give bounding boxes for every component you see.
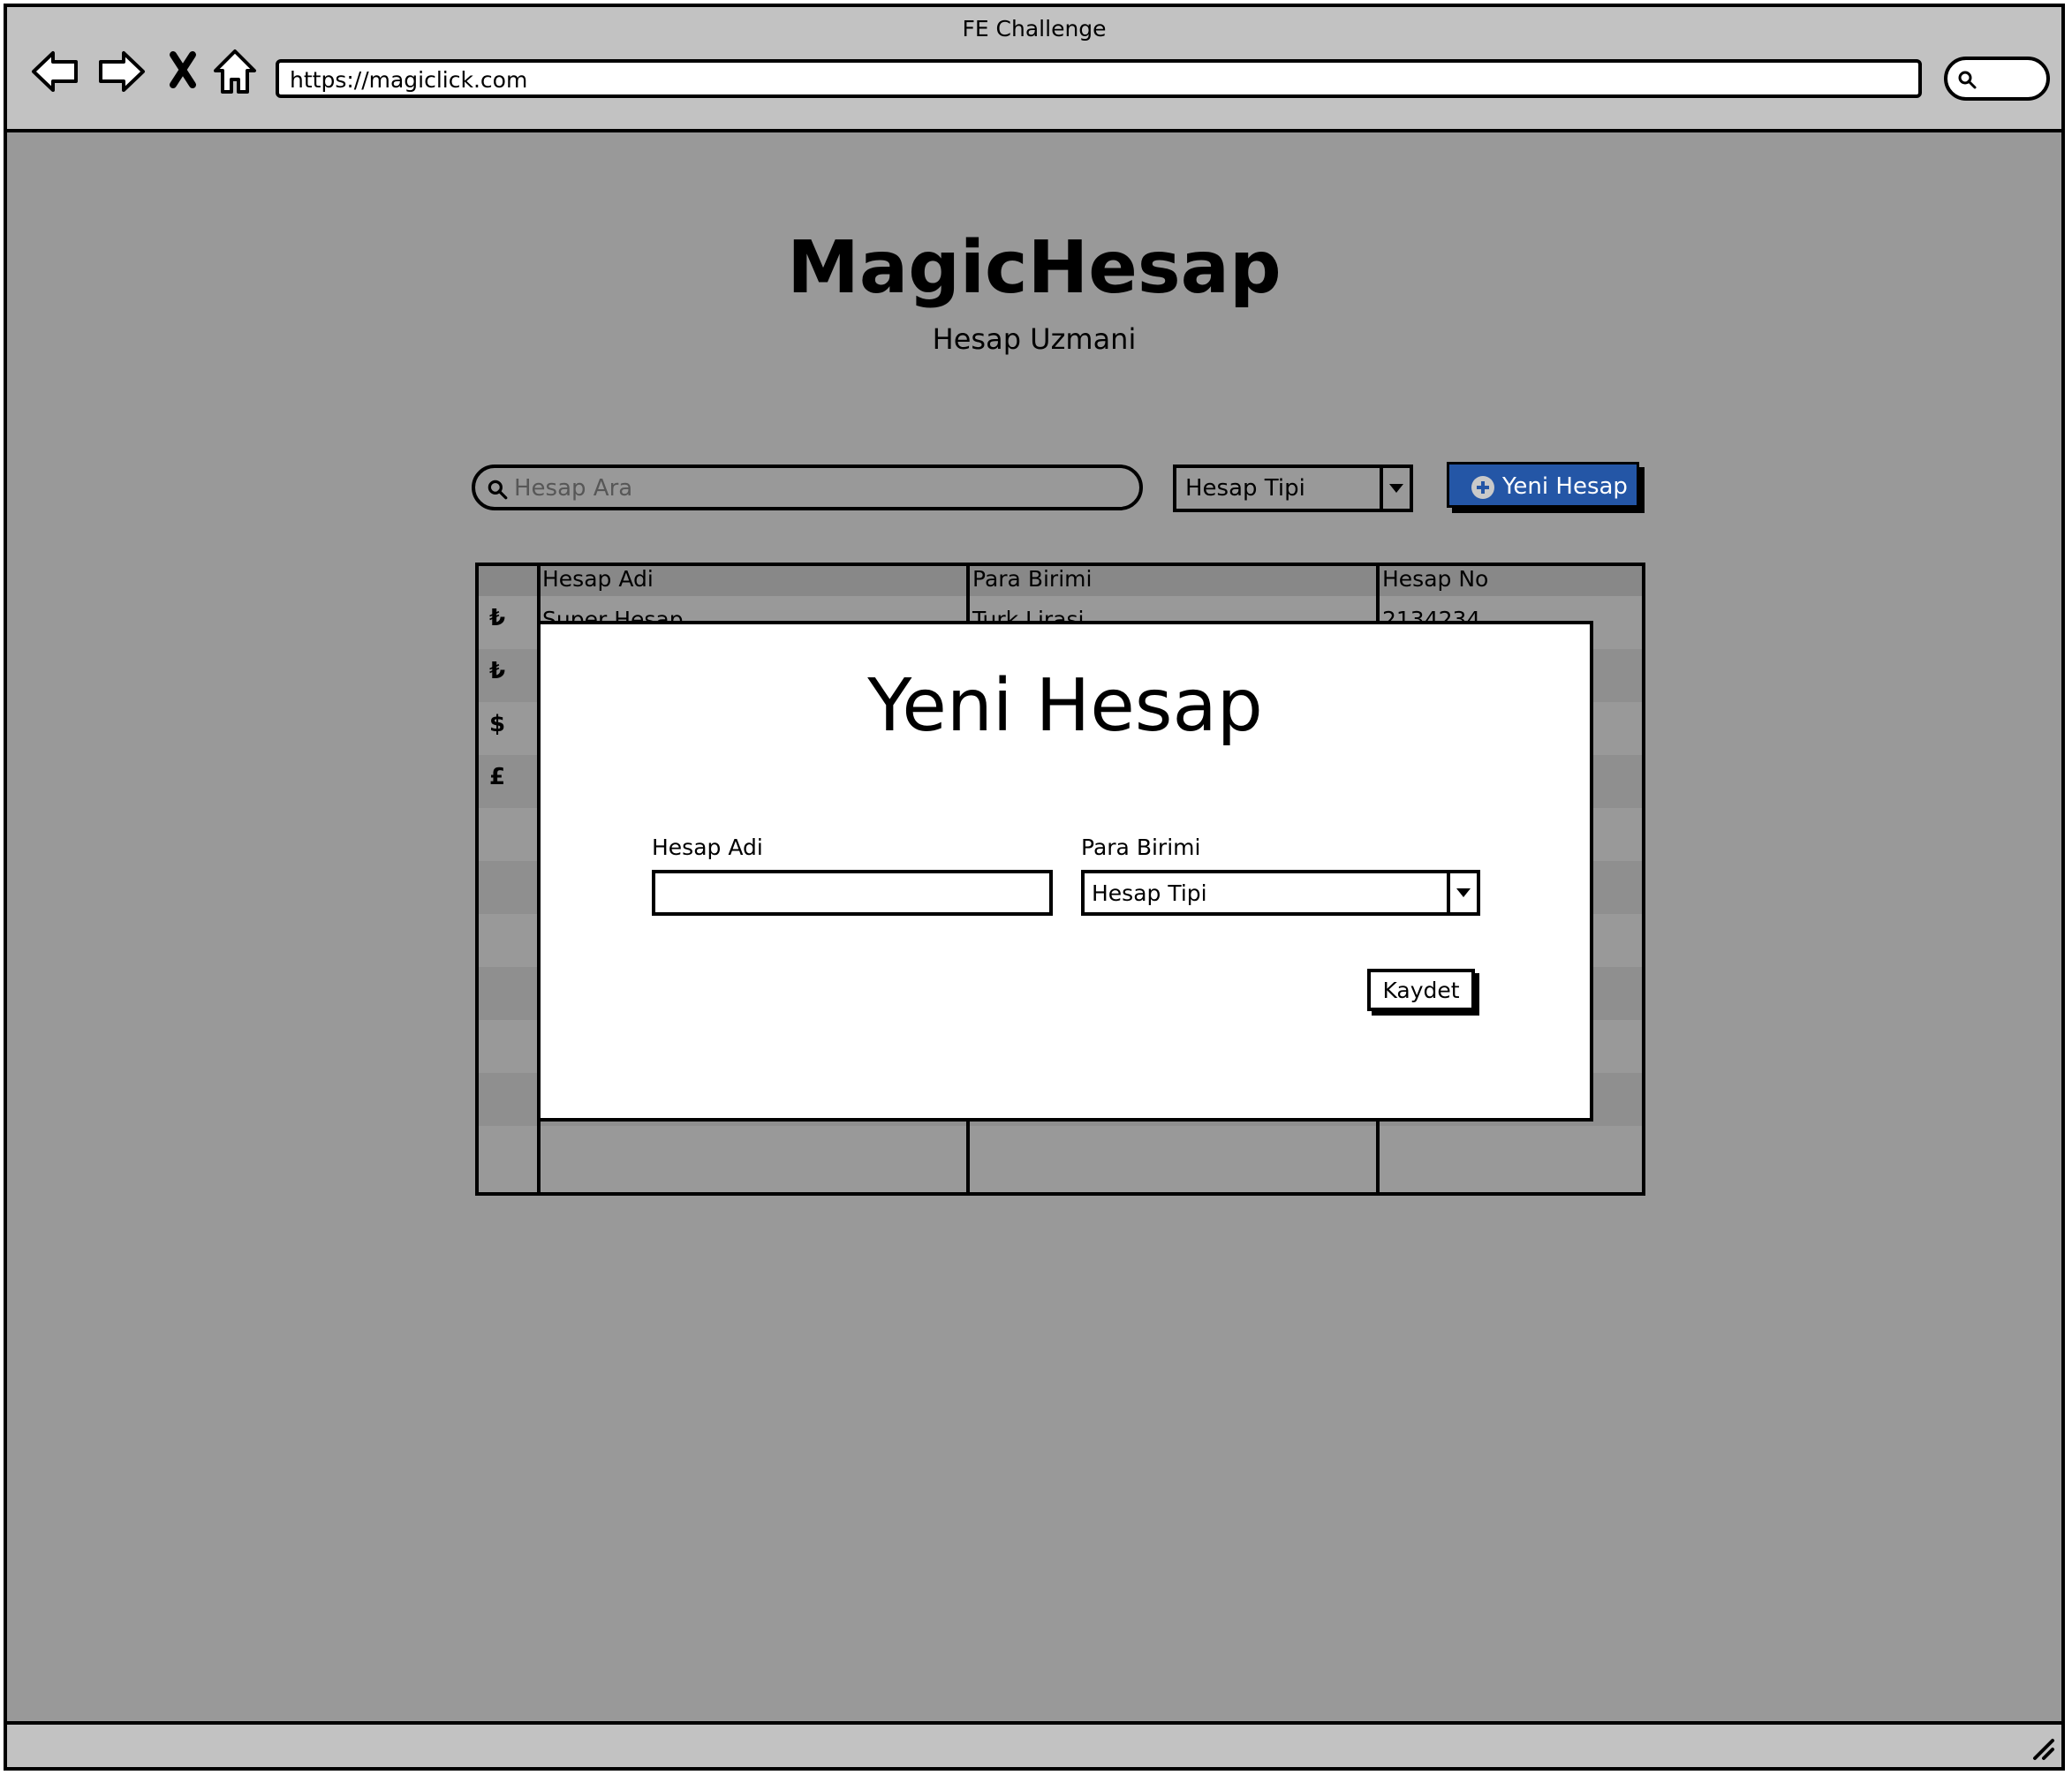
- app-title: MagicHesap: [787, 226, 1282, 310]
- address-bar[interactable]: https://magiclick.com: [276, 59, 1922, 98]
- save-button[interactable]: Kaydet: [1367, 969, 1475, 1011]
- account-type-select[interactable]: Hesap Tipi: [1173, 465, 1413, 512]
- window-title: FE Challenge: [962, 16, 1107, 42]
- chevron-down-icon: [1456, 888, 1471, 897]
- account-search-box[interactable]: [472, 465, 1143, 510]
- table-row: [479, 1126, 1642, 1179]
- app-subtitle: Hesap Uzmani: [932, 322, 1137, 356]
- resize-grip-icon[interactable]: [2030, 1735, 2056, 1762]
- currency-select-value: Hesap Tipi: [1092, 880, 1207, 906]
- account-name-label: Hesap Adi: [652, 835, 763, 860]
- browser-toolbar: FE Challenge https://magiclick.com: [7, 7, 2061, 132]
- url-text: https://magiclick.com: [290, 67, 528, 93]
- chevron-down-icon: [1389, 484, 1403, 493]
- column-header-account-name: Hesap Adi: [542, 566, 654, 592]
- stop-icon[interactable]: [163, 46, 214, 97]
- forward-icon[interactable]: [95, 46, 147, 97]
- column-header-currency: Para Birimi: [972, 566, 1093, 592]
- plus-circle-icon: [1471, 476, 1494, 499]
- home-icon[interactable]: [210, 46, 261, 97]
- status-bar: [7, 1721, 2061, 1767]
- account-type-select-value: Hesap Tipi: [1185, 475, 1305, 502]
- currency-label: Para Birimi: [1081, 835, 1201, 860]
- search-icon: [488, 480, 508, 500]
- pound-icon: £: [489, 764, 506, 790]
- account-type-dropdown-button[interactable]: [1380, 468, 1410, 509]
- account-name-input[interactable]: [652, 870, 1053, 916]
- search-icon: [1958, 71, 1977, 89]
- new-account-modal: Yeni Hesap Hesap Adi Para Birimi Hesap T…: [537, 621, 1593, 1122]
- currency-dropdown-button[interactable]: [1447, 873, 1477, 912]
- new-account-button[interactable]: Yeni Hesap: [1447, 462, 1639, 508]
- lira-icon: ₺: [489, 605, 506, 631]
- lira-icon: ₺: [489, 658, 506, 684]
- account-search-input[interactable]: [514, 472, 1123, 505]
- back-icon[interactable]: [30, 46, 81, 97]
- browser-search-box[interactable]: [1944, 57, 2050, 101]
- new-account-button-label: Yeni Hesap: [1502, 473, 1628, 500]
- table-header-row: Hesap Adi Para Birimi Hesap No: [479, 566, 1642, 596]
- browser-window: FE Challenge https://magiclick.com Magic…: [4, 4, 2065, 1771]
- column-header-account-number: Hesap No: [1382, 566, 1489, 592]
- dollar-icon: $: [489, 711, 506, 737]
- modal-title: Yeni Hesap: [867, 664, 1263, 748]
- currency-select[interactable]: Hesap Tipi: [1081, 870, 1480, 916]
